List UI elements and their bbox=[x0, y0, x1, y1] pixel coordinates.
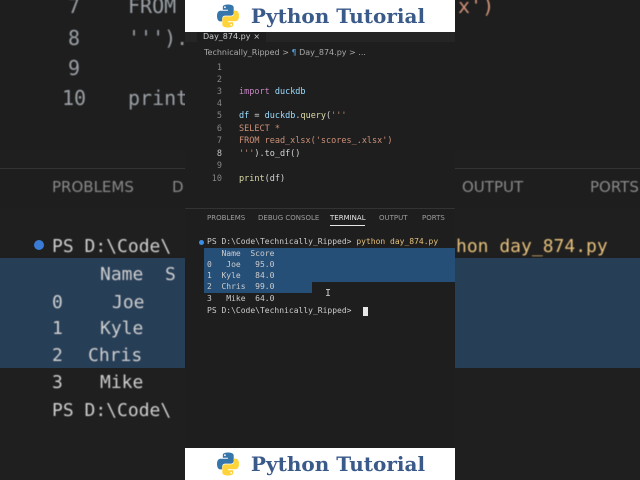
line-number: 5 bbox=[216, 111, 222, 121]
panel-tab-bar: PROBLEMS DEBUG CONSOLE TERMINAL OUTPUT P… bbox=[185, 208, 455, 227]
bg-tab-problems: PROBLEMS bbox=[52, 178, 134, 196]
top-banner: Python Tutorial bbox=[185, 0, 455, 32]
bg-table-header: Name S bbox=[100, 264, 176, 285]
tab-output[interactable]: OUTPUT bbox=[379, 214, 408, 222]
python-logo-icon bbox=[216, 452, 239, 476]
bg-line-number: 7 bbox=[68, 0, 81, 18]
code-line-3: import duckdb bbox=[239, 87, 306, 97]
terminal-status-dot bbox=[199, 240, 204, 245]
line-number-current: 8 bbox=[216, 149, 222, 159]
bg-row-name: Chris bbox=[88, 345, 143, 366]
bg-code-text: FROM bbox=[128, 0, 177, 18]
tab-ports[interactable]: PORTS bbox=[422, 214, 445, 222]
banner-title: Python Tutorial bbox=[250, 452, 426, 476]
bg-tab-output: OUTPUT bbox=[462, 178, 524, 196]
code-line-6: SELECT * bbox=[239, 124, 280, 134]
bg-row-name: Mike bbox=[100, 372, 144, 393]
bg-row-name: Joe bbox=[112, 292, 145, 313]
bg-row-index: 0 bbox=[52, 292, 63, 313]
line-number: 9 bbox=[216, 161, 222, 171]
table-row: 2 Chris 99.0 bbox=[207, 282, 275, 291]
terminal-line-1: PS D:\Code\Technically_Ripped> python da… bbox=[207, 237, 439, 246]
bg-terminal-dot bbox=[34, 240, 44, 250]
line-number: 7 bbox=[216, 136, 222, 146]
terminal-cursor bbox=[363, 307, 368, 316]
bg-code-text: '''). bbox=[128, 26, 189, 50]
code-line-7: FROM read_xlsx('scores_.xlsx') bbox=[239, 136, 393, 146]
tab-problems[interactable]: PROBLEMS bbox=[207, 214, 245, 222]
video-frame: Python Tutorial Day_874.py × Technically_… bbox=[185, 0, 455, 480]
table-row: 1 Kyle 84.0 bbox=[207, 271, 275, 280]
line-number: 2 bbox=[216, 75, 222, 85]
bg-terminal-prompt: PS D:\Code\ bbox=[52, 400, 172, 421]
code-line-8: ''').to_df() bbox=[239, 149, 301, 159]
bg-code-text: print bbox=[128, 86, 189, 110]
bg-terminal-prompt: PS D:\Code\ bbox=[52, 236, 172, 257]
code-line-5: df = duckdb.query(''' bbox=[239, 111, 347, 121]
bg-row-index: 3 bbox=[52, 372, 63, 393]
bg-line-number: 10 bbox=[62, 86, 87, 110]
code-line-10: print(df) bbox=[239, 174, 286, 184]
bg-line-number: 8 bbox=[68, 26, 81, 50]
bg-row-name: Kyle bbox=[100, 318, 144, 339]
banner-title: Python Tutorial bbox=[250, 4, 426, 28]
line-number: 1 bbox=[216, 63, 222, 73]
breadcrumb-file[interactable]: Day_874.py bbox=[299, 48, 346, 57]
line-number: 4 bbox=[216, 99, 222, 109]
breadcrumb-more[interactable]: > ... bbox=[349, 48, 366, 57]
bg-row-index: 2 bbox=[52, 345, 63, 366]
line-number: 3 bbox=[216, 87, 222, 97]
table-row: 0 Joe 95.0 bbox=[207, 260, 275, 269]
python-logo-icon bbox=[216, 4, 239, 28]
table-header: Name Score bbox=[207, 249, 275, 258]
bg-code-fragment: x') bbox=[458, 0, 495, 18]
bg-terminal-command: hon day_874.py bbox=[456, 236, 608, 257]
line-number: 10 bbox=[211, 174, 222, 184]
python-file-icon: ¶ bbox=[291, 48, 297, 57]
table-row: 3 Mike 64.0 bbox=[207, 294, 275, 303]
breadcrumb-separator: > bbox=[282, 48, 289, 57]
tab-debug-console[interactable]: DEBUG CONSOLE bbox=[258, 214, 319, 222]
active-tab-indicator bbox=[330, 225, 365, 226]
text-cursor-icon: I bbox=[325, 288, 332, 299]
bottom-banner: Python Tutorial bbox=[185, 448, 455, 480]
line-number: 6 bbox=[216, 124, 222, 134]
tab-label: Day_874.py bbox=[203, 32, 251, 41]
terminal-prompt: PS D:\Code\Technically_Ripped> bbox=[207, 306, 357, 315]
bg-line-number: 9 bbox=[68, 56, 81, 80]
bg-tab-ports: PORTS bbox=[590, 178, 639, 196]
tab-terminal[interactable]: TERMINAL bbox=[330, 214, 366, 222]
close-icon[interactable]: × bbox=[253, 32, 260, 41]
editor-tab-day-874[interactable]: Day_874.py × bbox=[197, 32, 267, 42]
breadcrumb-folder[interactable]: Technically_Ripped bbox=[204, 48, 280, 57]
bg-row-index: 1 bbox=[52, 318, 63, 339]
bg-tab-fragment: D bbox=[172, 178, 184, 196]
breadcrumb: Technically_Ripped > ¶ Day_874.py > ... bbox=[185, 44, 455, 62]
